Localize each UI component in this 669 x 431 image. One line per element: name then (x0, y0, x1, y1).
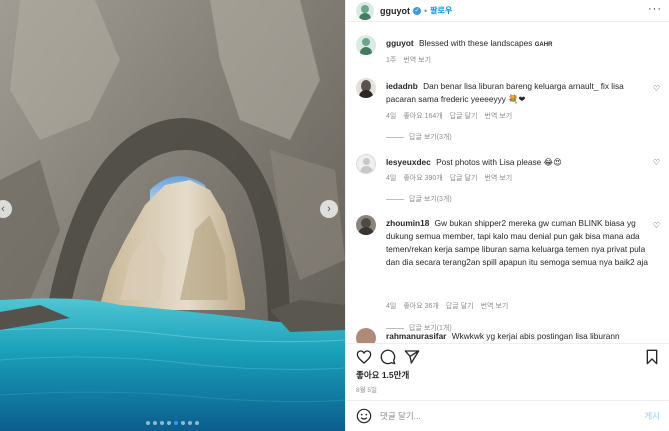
sea-arch-image (0, 0, 345, 431)
post-date[interactable]: 8월 5일 (356, 384, 377, 394)
post-header: gguyot ✓ • 팔로우 ··· (346, 0, 669, 22)
comment-emoji: 😂😍 (543, 157, 562, 167)
comment-username[interactable]: lesyeuxdec (386, 157, 431, 167)
comment-body: Dan benar lisa liburan bareng keluarga a… (386, 81, 624, 104)
comments-list[interactable]: gguyot Blessed with these landscapes GAH… (346, 23, 669, 343)
carousel-dot (146, 421, 150, 425)
post-comment-button[interactable]: 게시 (644, 410, 660, 422)
avatar[interactable] (356, 1, 374, 20)
author-username[interactable]: gguyot (380, 6, 410, 16)
heart-icon[interactable] (356, 349, 372, 365)
avatar[interactable] (356, 215, 376, 235)
post-photo[interactable]: ‹ › (0, 0, 345, 431)
carousel-dot (153, 421, 157, 425)
comment-meta: 4일 좋아요 36개 답글 달기 번역 보기 (386, 301, 508, 311)
avatar[interactable] (356, 328, 376, 343)
post-side-panel: gguyot ✓ • 팔로우 ··· gguyot Blessed with t… (345, 0, 669, 431)
comment-likes[interactable]: 좋아요 390개 (403, 173, 442, 183)
reply-link[interactable]: 답글 달기 (446, 301, 474, 311)
caption-tag: GAHR (534, 42, 553, 48)
comment-meta: 4일 좋아요 164개 답글 달기 번역 보기 (386, 111, 512, 121)
view-replies[interactable]: 답글 보기(3개) (386, 194, 452, 204)
caption-time: 1주 (386, 57, 397, 64)
comment-likes[interactable]: 좋아요 164개 (403, 111, 442, 121)
verified-badge-icon: ✓ (413, 6, 421, 15)
follow-button[interactable]: 팔로우 (430, 5, 452, 16)
send-icon[interactable] (404, 349, 420, 365)
carousel-dot (188, 421, 192, 425)
emoji-icon[interactable] (356, 408, 372, 424)
carousel-dot (167, 421, 171, 425)
reply-link[interactable]: 답글 달기 (450, 111, 478, 121)
comment-meta: 4일 좋아요 390개 답글 달기 번역 보기 (386, 173, 512, 183)
more-horizontal-icon[interactable]: ··· (648, 3, 662, 15)
comment-like-heart-icon[interactable]: ♡ (653, 158, 660, 167)
caption-username[interactable]: gguyot (386, 38, 414, 48)
comment-body: Post photos with Lisa please (436, 157, 542, 167)
avatar[interactable] (356, 78, 376, 98)
comment-username[interactable]: zhoumin18 (386, 218, 429, 228)
comment-time: 4일 (386, 113, 397, 120)
translate-link[interactable]: 번역 보기 (481, 301, 509, 311)
next-photo-button[interactable]: › (320, 200, 338, 218)
instagram-post-modal: ‹ › gguyot ✓ • 팔로우 ··· gguyot Blessed wi… (0, 0, 669, 431)
bookmark-icon[interactable] (644, 349, 660, 365)
carousel-dot (181, 421, 185, 425)
caption-text: gguyot Blessed with these landscapes GAH… (386, 37, 648, 52)
avatar[interactable] (356, 154, 376, 174)
comment-emoji: 💐❤ (508, 94, 526, 104)
carousel-dot (195, 421, 199, 425)
comment-like-heart-icon[interactable]: ♡ (653, 221, 660, 230)
caption-body: Blessed with these landscapes (418, 38, 533, 48)
comment-username[interactable]: rahmanurasifar (386, 331, 446, 341)
header-separator: • (424, 5, 428, 16)
translate-link[interactable]: 번역 보기 (484, 173, 512, 183)
comment-time: 4일 (386, 303, 397, 310)
reply-link[interactable]: 답글 달기 (450, 173, 478, 183)
comment-text: lesyeuxdec Post photos with Lisa please … (386, 156, 648, 169)
comment-text: rahmanurasifar Wkwkwk yg kerjai abis pos… (386, 330, 648, 343)
post-actions (346, 343, 669, 367)
comment-username[interactable]: iedadnb (386, 81, 418, 91)
comment-likes[interactable]: 좋아요 36개 (403, 301, 439, 311)
comment-icon[interactable] (380, 349, 396, 365)
replies-divider (386, 198, 404, 200)
like-count[interactable]: 좋아요 1.5만개 (356, 369, 409, 381)
caption-meta: 1주 번역 보기 (386, 55, 431, 65)
comment-like-heart-icon[interactable]: ♡ (653, 84, 660, 93)
view-replies-label[interactable]: 답글 보기(3개) (409, 132, 452, 142)
comment-text: iedadnb Dan benar lisa liburan bareng ke… (386, 80, 648, 106)
comment-input[interactable] (380, 411, 620, 421)
replies-divider (386, 327, 404, 329)
view-replies-label[interactable]: 답글 보기(3개) (409, 194, 452, 204)
carousel-dots (0, 421, 345, 425)
replies-divider (386, 136, 404, 138)
comment-time: 4일 (386, 175, 397, 182)
comment-body: Wkwkwk yg kerjai abis postingan lisa lib… (451, 331, 620, 341)
carousel-dot-active (174, 421, 178, 425)
translate-link[interactable]: 번역 보기 (484, 111, 512, 121)
translate-link[interactable]: 번역 보기 (403, 55, 431, 65)
avatar[interactable] (356, 35, 376, 55)
carousel-dot (160, 421, 164, 425)
comment-text: zhoumin18 Gw bukan shipper2 mereka gw cu… (386, 217, 648, 269)
comment-composer: 게시 (346, 400, 669, 431)
view-replies[interactable]: 답글 보기(3개) (386, 132, 452, 142)
